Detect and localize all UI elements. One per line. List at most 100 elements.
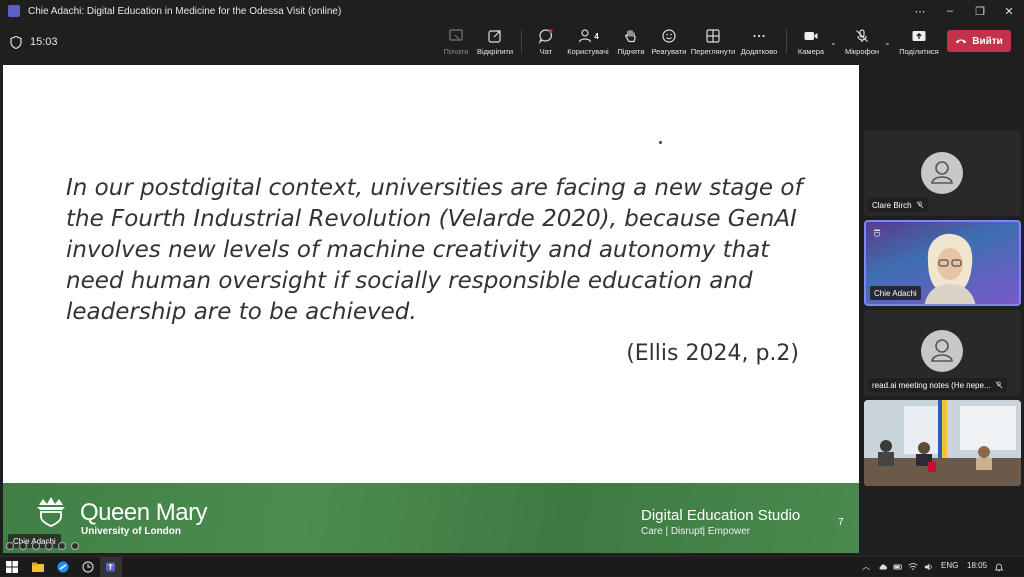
language-indicator[interactable]: ENG [941,561,958,570]
participant-name: Chie Adachi [874,288,917,298]
slide-nav-controls[interactable] [6,541,84,551]
react-button[interactable]: Реагувати [650,26,688,58]
present-label: Почати [443,47,469,56]
system-clock[interactable]: 18:05 [967,561,987,570]
share-icon [912,31,926,41]
camera-options-chevron-icon[interactable]: ⌄ [830,38,837,47]
present-button[interactable]: Почати [441,26,471,58]
window-more-button[interactable]: ⋯ [905,0,935,22]
file-explorer-icon[interactable] [32,561,44,573]
share-button[interactable]: Поділитися [897,26,941,58]
studio-name: Digital Education Studio [641,507,801,524]
queen-mary-crest-logo [873,228,881,237]
chat-label: Чат [539,47,553,56]
emoji-icon [662,29,676,43]
chat-icon [538,29,553,44]
person-icon [931,339,953,362]
teams-icon [106,562,115,572]
phone-hangup-icon [955,39,967,44]
slide-footer: Queen Mary University of London Digital … [3,483,859,553]
teams-app-icon [8,5,20,17]
volume-icon[interactable] [924,561,934,573]
participant-name-tag: Clare Birch [868,198,928,212]
raise-hand-button[interactable]: Підняти [616,26,646,58]
slide-citation: (Ellis 2024, p.2) [626,341,799,366]
view-label: Переглянути [690,47,736,56]
meeting-timer: 15:03 [30,36,58,48]
os-taskbar: ︿ ENG 18:05 [0,556,1024,577]
raise-hand-label: Підняти [617,47,645,56]
title-bar: Chie Adachi: Digital Education in Medici… [0,0,1024,22]
popout-button[interactable]: Відкріпити [475,26,515,58]
slide-quote: In our postdigital context, universities… [66,175,803,325]
leave-button[interactable]: Вийти [947,30,1011,52]
participant-name: Clare Birch [872,200,912,210]
camera-button[interactable]: Камера [796,26,826,58]
microphone-label: Мікрофон [844,47,880,56]
avatar [921,330,963,372]
shield-icon [10,36,22,49]
window-close-button[interactable]: ✕ [994,0,1024,22]
microphone-options-chevron-icon[interactable]: ⌄ [884,38,891,47]
participant-video [924,233,976,304]
participant-tile[interactable]: Clare Birch [864,130,1021,216]
present-icon [449,29,463,41]
brand-subtitle: University of London [81,526,181,537]
video-background-logo [872,228,882,239]
hand-icon [625,29,636,43]
mic-off-icon [856,29,868,42]
window-minimize-button[interactable]: – [935,0,965,22]
react-label: Реагувати [651,47,687,56]
view-button[interactable]: Переглянути [691,26,735,58]
participant-name-tag: Chie Adachi [870,286,921,300]
cursor-dot [659,141,662,144]
app-icon[interactable] [82,561,94,573]
people-count-badge: 4 [594,31,599,41]
mic-muted-icon [916,201,924,209]
popout-label: Відкріпити [476,47,514,56]
zoom-button[interactable] [58,542,66,550]
camera-icon [804,32,818,40]
slide-page-number: 7 [838,517,844,528]
participant-tile[interactable]: read.ai meeting notes (Не пере... [864,310,1021,396]
network-icon[interactable] [908,561,918,573]
participant-name: read.ai meeting notes (Не пере... [872,380,991,390]
people-label: Користувачі [567,47,609,56]
meeting-toolbar: 15:03 Почати Відкріпити Чат 4 Користувач… [0,22,1024,62]
participant-tile-room-video[interactable] [864,400,1021,486]
shared-slide: In our postdigital context, universities… [0,62,862,556]
browser-icon[interactable] [57,561,69,573]
tray-cloud-icon[interactable] [878,561,888,573]
people-button[interactable]: 4 Користувачі [566,26,610,58]
mic-muted-icon [995,381,1003,389]
next-slide-button[interactable] [19,542,27,550]
chat-button[interactable]: Чат [534,26,558,58]
brand-name: Queen Mary [80,499,208,526]
windows-start-icon[interactable] [6,561,18,573]
leave-label: Вийти [972,35,1003,47]
teams-taskbar-item[interactable] [100,557,122,577]
microphone-button[interactable]: Мікрофон [843,26,881,58]
camera-label: Камера [797,47,825,56]
popout-icon [488,30,501,43]
window-maximize-button[interactable]: ❐ [965,0,995,22]
battery-icon[interactable] [893,561,903,573]
more-slide-options-button[interactable] [71,542,79,550]
queen-mary-crest-logo [37,497,65,527]
participant-name-tag: read.ai meeting notes (Не пере... [868,378,1007,392]
studio-tagline: Care | Disrupt| Empower [641,526,751,537]
pointer-button[interactable] [32,542,40,550]
prev-slide-button[interactable] [6,542,14,550]
window-title: Chie Adachi: Digital Education in Medici… [28,5,342,17]
more-icon [753,34,765,38]
pen-button[interactable] [45,542,53,550]
notifications-bell-icon[interactable] [994,561,1004,573]
avatar [921,152,963,194]
tray-overflow-chevron-icon[interactable]: ︿ [862,561,870,572]
grid-icon [706,29,720,43]
toolbar-divider [786,30,787,54]
participant-tile-active-speaker[interactable]: Chie Adachi [864,220,1021,306]
more-button[interactable]: Додатково [740,26,778,58]
people-icon [579,29,592,43]
person-icon [931,161,953,184]
